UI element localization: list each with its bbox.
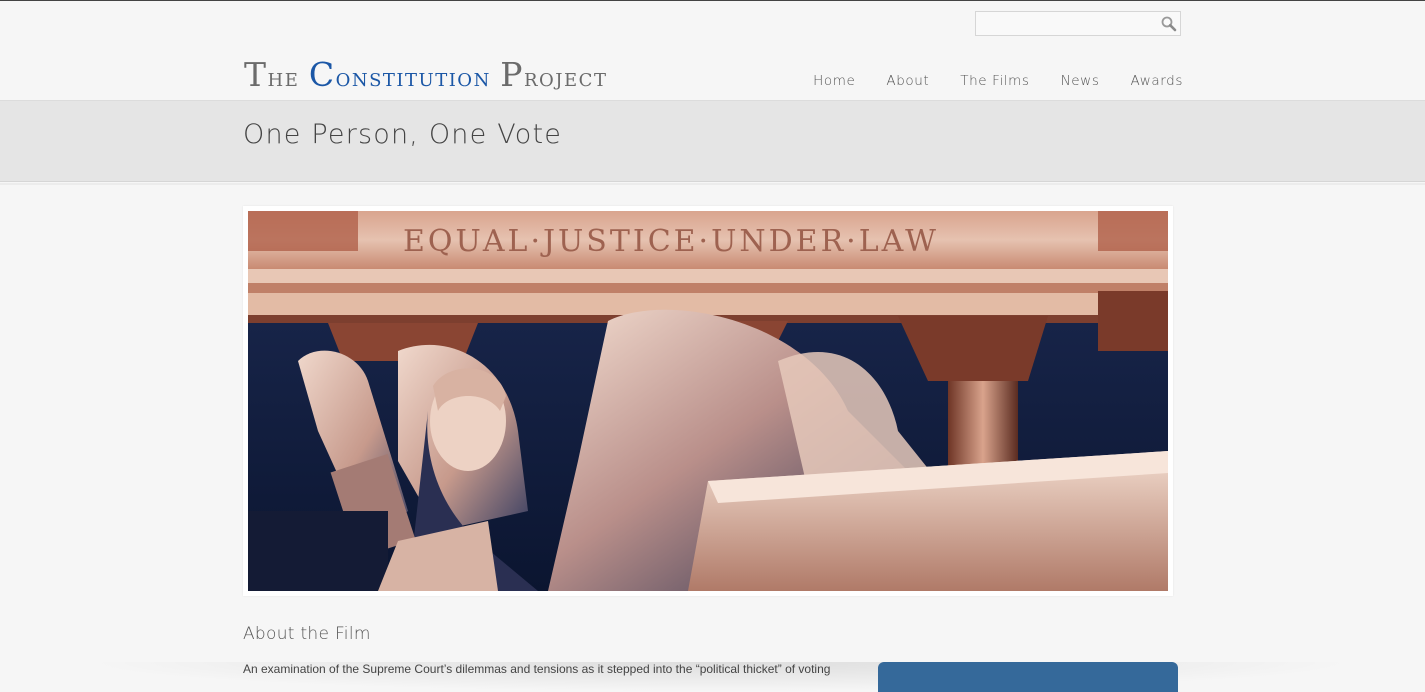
hero-image-frame: EQUAL·JUSTICE·UNDER·LAW [243, 206, 1173, 596]
film-description: An examination of the Supreme Court’s di… [243, 662, 831, 676]
hero-image: EQUAL·JUSTICE·UNDER·LAW [248, 211, 1168, 591]
search-box [975, 11, 1181, 36]
logo-letter: T [244, 55, 268, 94]
nav-the-films[interactable]: The Films [960, 73, 1029, 93]
search-icon[interactable] [1160, 15, 1178, 33]
title-band: One Person, One Vote [0, 100, 1425, 185]
search-input[interactable] [980, 15, 1160, 34]
main-nav: Home About The Films News Awards [782, 73, 1183, 93]
nav-home[interactable]: Home [813, 73, 855, 93]
divider [0, 183, 1425, 185]
section-heading: About the Film [243, 624, 371, 644]
nav-news[interactable]: News [1061, 73, 1100, 93]
site-logo[interactable]: The Constitution Project [244, 55, 607, 95]
nav-awards[interactable]: Awards [1130, 73, 1183, 93]
logo-word: onstitution [335, 63, 491, 92]
site-header: The Constitution Project Home About The … [0, 1, 1425, 99]
nav-about[interactable]: About [886, 73, 929, 93]
page-title: One Person, One Vote [243, 119, 563, 150]
logo-letter: P [500, 55, 524, 94]
logo-letter: C [308, 55, 336, 94]
sidebar-panel [878, 662, 1178, 692]
logo-word: he [267, 63, 300, 92]
logo-word: roject [524, 63, 608, 92]
inscription-text: EQUAL·JUSTICE·UNDER·LAW [403, 224, 939, 259]
